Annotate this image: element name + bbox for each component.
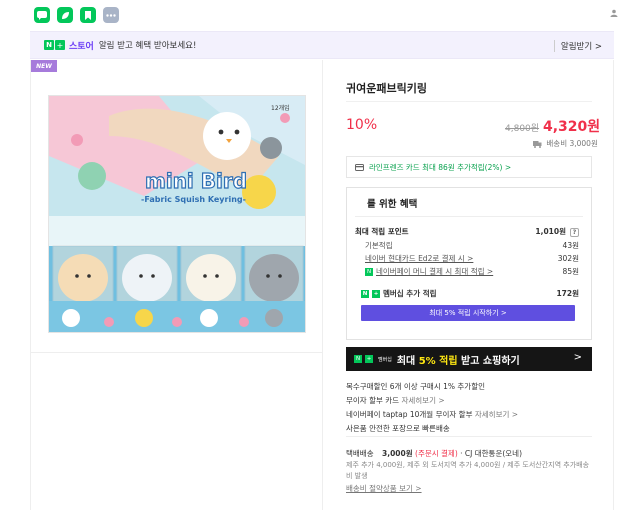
- gift-row: 사은품 안전한 포장으로 빠른배송: [346, 423, 450, 434]
- benefit-row-value: 85원: [562, 267, 579, 276]
- bookmark-icon[interactable]: [80, 7, 96, 23]
- membership-label: 멤버십 추가 적립: [383, 289, 437, 298]
- product-title: 귀여운패브릭키링: [346, 82, 427, 95]
- benefit-title: 를 위한 혜택: [367, 196, 417, 210]
- get-alerts-link[interactable]: 알림받기 >: [553, 40, 602, 52]
- benefit-row-basic: 기본적립 43원: [355, 240, 585, 251]
- info-label: 네이버페이 taptap 10개월 무이자 할부: [346, 410, 473, 419]
- shipping-price: 3,000원: [382, 449, 413, 458]
- user-icon[interactable]: [610, 9, 618, 17]
- shipping-fee-text: 배송비 3,000원: [546, 139, 598, 148]
- benefit-row-label: 네이버 현대카드 Ed2로 결제 시 >: [365, 254, 474, 263]
- n-membership-icon: N: [361, 290, 369, 298]
- brand-text: mini Bird: [145, 169, 247, 193]
- shipping-extra-line2: 비 발생: [346, 472, 368, 480]
- max-points-label: 최대 적립 포인트: [355, 227, 409, 236]
- column-divider: [322, 60, 323, 510]
- details-link[interactable]: 자세히보기 >: [475, 410, 518, 419]
- card-benefit-text: 라인프렌즈 카드 최대 86원 추가적립(2%) >: [369, 162, 512, 172]
- taptap-installment-row: 네이버페이 taptap 10개월 무이자 할부 자세히보기 >: [346, 409, 518, 420]
- benefit-title-text: 를 위한 혜택: [367, 199, 418, 210]
- naver-plus-logo: N +: [44, 40, 65, 50]
- talk-icon[interactable]: [34, 7, 50, 23]
- store-alert-banner: N + 스토어 알림 받고 혜택 받아보세요! 알림받기 >: [30, 31, 614, 59]
- benefit-row-value: 302원: [557, 254, 579, 263]
- info-label: 복수구매할인 6개 이상 구매시 1% 추가할인: [346, 382, 485, 391]
- shipping-saving-link[interactable]: 배송비 절약상품 보기 >: [346, 483, 422, 494]
- more-icon[interactable]: [103, 7, 119, 23]
- thumbnail-area: [30, 352, 322, 510]
- shipping-carrier: · CJ 대한통운(오네): [460, 449, 523, 458]
- product-illustration: mini Bird -Fabric Squish Keyring- 12개입: [49, 96, 305, 332]
- card-benefit-box[interactable]: 라인프렌즈 카드 최대 86원 추가적립(2%) >: [346, 156, 592, 178]
- n-badge: N: [44, 40, 54, 50]
- brand-sub-text: -Fabric Squish Keyring-: [141, 195, 246, 204]
- info-label: 무이자 할부 카드: [346, 396, 400, 405]
- membership-banner-text: 최대 5% 적립 받고 쇼핑하기: [396, 355, 520, 367]
- top-bar: [0, 0, 640, 28]
- original-price: 4,800원: [505, 124, 540, 134]
- leaf-icon[interactable]: [57, 7, 73, 23]
- plus-badge: +: [365, 355, 373, 363]
- max-points-row: 최대 적립 포인트 1,010원?: [355, 226, 585, 237]
- count-text: 12개입: [271, 104, 290, 112]
- n-badge: N: [354, 355, 362, 363]
- benefit-row-money[interactable]: N 네이버페이 머니 결제 시 최대 적립 > 85원: [355, 266, 585, 277]
- plus-membership-icon: +: [372, 290, 380, 298]
- shipping-price-note: (주문시 결제): [415, 449, 458, 458]
- benefit-row-label: 네이버페이 머니 결제 시 최대 적립 >: [376, 267, 494, 276]
- membership-value: 172원: [556, 289, 579, 298]
- plus-badge: +: [55, 40, 65, 50]
- membership-banner[interactable]: N + 멤버십 최대 5% 적립 받고 쇼핑하기 >: [346, 347, 592, 371]
- right-edge: [613, 60, 614, 510]
- details-link[interactable]: 자세히보기 >: [401, 396, 444, 405]
- title-divider: [346, 101, 592, 102]
- shipping-fee-note: 배송비 3,000원: [533, 138, 598, 149]
- membership-tag: 멤버십: [378, 356, 392, 363]
- shipping-label: 택배배송: [346, 449, 374, 458]
- benefit-row-card[interactable]: 네이버 현대카드 Ed2로 결제 시 > 302원: [355, 253, 585, 264]
- shipping-row: 택배배송 3,000원 (주문시 결제) · CJ 대한통운(오네): [346, 448, 522, 459]
- card-icon: [355, 163, 364, 171]
- truck-icon: [533, 140, 542, 148]
- info-label: 사은품 안전한 포장으로 빠른배송: [346, 424, 450, 433]
- installment-card-row: 무이자 할부 카드 자세히보기 >: [346, 395, 445, 406]
- new-badge: NEW: [31, 60, 57, 72]
- help-icon[interactable]: ?: [570, 228, 579, 237]
- benefit-divider: [355, 216, 583, 217]
- discount-rate: 10%: [346, 117, 378, 133]
- max-points-value: 1,010원: [535, 227, 566, 236]
- product-image[interactable]: mini Bird -Fabric Squish Keyring- 12개입: [48, 95, 306, 333]
- sale-price: 4,320원: [543, 119, 601, 135]
- banner-message: 알림 받고 혜택 받아보세요!: [98, 41, 197, 51]
- naver-plus-logo: N + 멤버십: [354, 355, 392, 363]
- shipping-divider: [346, 436, 592, 437]
- benefit-box: 를 위한 혜택 최대 적립 포인트 1,010원? 기본적립 43원 네이버 현…: [346, 187, 592, 340]
- naverpay-icon: N: [365, 268, 373, 276]
- benefit-row-value: 43원: [562, 241, 579, 250]
- chevron-right-icon: >: [573, 352, 582, 363]
- membership-row: N + 멤버십 추가 적립 172원: [361, 288, 579, 299]
- store-label: 스토어: [69, 41, 94, 52]
- max-points-value-wrap: 1,010원?: [535, 226, 579, 237]
- multi-buy-discount-row: 복수구매할인 6개 이상 구매시 1% 추가할인: [346, 381, 485, 392]
- benefit-row-label: 기본적립: [365, 241, 393, 250]
- membership-start-button[interactable]: 최대 5% 적립 시작하기 >: [361, 305, 575, 321]
- shipping-extra-line1: 제주 추가 4,000원, 제주 외 도서지역 추가 4,000원 / 제주 도…: [346, 461, 590, 469]
